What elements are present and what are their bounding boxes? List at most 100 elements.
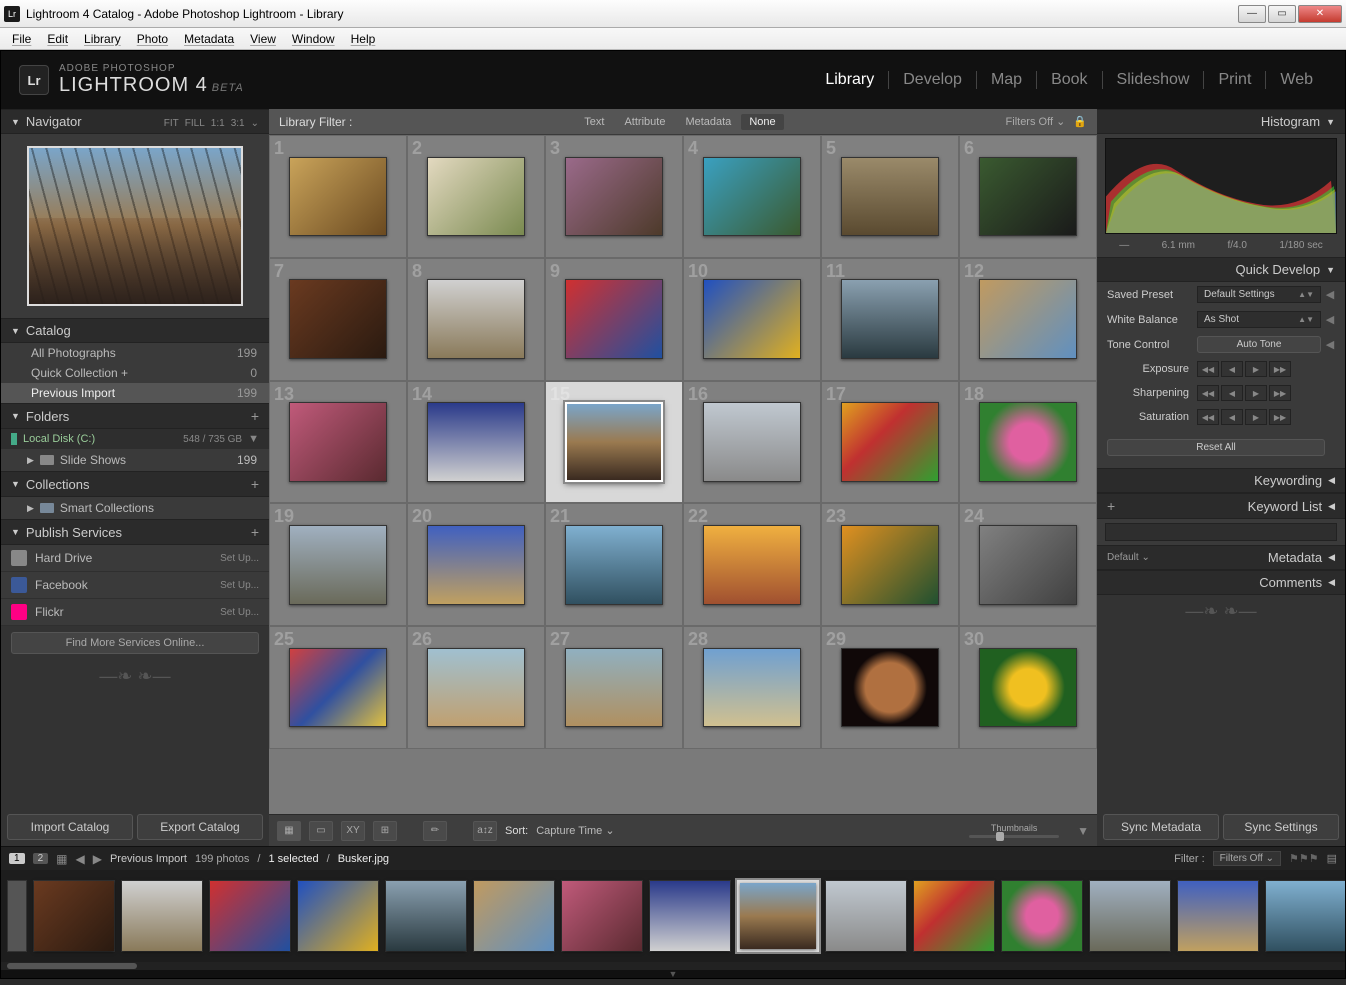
auto-tone-button[interactable]: Auto Tone (1197, 336, 1321, 353)
filmstrip-thumb[interactable] (1001, 880, 1083, 952)
filmstrip-thumb[interactable] (121, 880, 203, 952)
grid-cell[interactable]: 9 (545, 258, 683, 381)
nav-zoom-fill[interactable]: FILL (185, 118, 205, 129)
saved-preset-dropdown[interactable]: Default Settings▲▼ (1197, 286, 1321, 303)
publish-service-row[interactable]: FacebookSet Up... (1, 572, 269, 599)
menu-file[interactable]: File (6, 30, 37, 48)
grid-cell[interactable]: 13 (269, 381, 407, 504)
saturation-stepper[interactable]: ◀◀◀▶▶▶ (1197, 409, 1291, 425)
chevron-down-icon[interactable]: ▼ (248, 433, 259, 445)
lock-icon[interactable]: 🔒 (1073, 115, 1087, 128)
disclosure-icon[interactable]: ◀ (1325, 288, 1335, 301)
grid-cell[interactable]: 18 (959, 381, 1097, 504)
menu-edit[interactable]: Edit (41, 30, 74, 48)
grid-cell[interactable]: 24 (959, 503, 1097, 626)
nav-zoom-3-1[interactable]: 3:1 (231, 118, 245, 129)
filmstrip-filter-dropdown[interactable]: Filters Off ⌄ (1213, 851, 1281, 866)
nav-zoom-1-1[interactable]: 1:1 (211, 118, 225, 129)
module-develop[interactable]: Develop (889, 71, 977, 89)
catalog-header[interactable]: ▼ Catalog (1, 318, 269, 343)
grid-cell[interactable]: 21 (545, 503, 683, 626)
grid-cell[interactable]: 11 (821, 258, 959, 381)
grid-cell[interactable]: 17 (821, 381, 959, 504)
loupe-view-icon[interactable]: ▭ (309, 821, 333, 841)
metadata-header[interactable]: Default ⌄ Metadata◀ (1097, 545, 1345, 570)
keyword-list-header[interactable]: + Keyword List◀ (1097, 493, 1345, 519)
grid-cell[interactable]: 19 (269, 503, 407, 626)
folder-row[interactable]: ▶Slide Shows199 (1, 449, 269, 471)
filmstrip-thumb[interactable] (209, 880, 291, 952)
sharpening-stepper[interactable]: ◀◀◀▶▶▶ (1197, 385, 1291, 401)
grid-cell[interactable]: 8 (407, 258, 545, 381)
grid-cell[interactable]: 7 (269, 258, 407, 381)
grid-shortcut-icon[interactable]: ▦ (56, 852, 67, 866)
module-slideshow[interactable]: Slideshow (1103, 71, 1205, 89)
filter-metadata[interactable]: Metadata (675, 116, 741, 128)
compare-view-icon[interactable]: XY (341, 821, 365, 841)
grid-cell[interactable]: 3 (545, 135, 683, 258)
source-crumb[interactable]: Previous Import (110, 853, 187, 865)
filter-attribute[interactable]: Attribute (614, 116, 675, 128)
close-button[interactable]: ✕ (1298, 5, 1342, 23)
collections-header[interactable]: ▼ Collections + (1, 471, 269, 497)
catalog-row[interactable]: Previous Import199 (1, 383, 269, 403)
filmstrip-thumb[interactable] (1177, 880, 1259, 952)
survey-view-icon[interactable]: ⊞ (373, 821, 397, 841)
thumbnail-size-slider[interactable]: Thumbnails (969, 823, 1059, 838)
export-catalog-button[interactable]: Export Catalog (137, 814, 263, 840)
grid-cell[interactable]: 15 (545, 381, 683, 504)
exposure-stepper[interactable]: ◀◀◀▶▶▶ (1197, 361, 1291, 377)
module-map[interactable]: Map (977, 71, 1037, 89)
menu-metadata[interactable]: Metadata (178, 30, 240, 48)
grid-cell[interactable]: 14 (407, 381, 545, 504)
filter-text[interactable]: Text (574, 116, 614, 128)
sort-dropdown[interactable]: Capture Time ⌄ (536, 824, 614, 837)
add-publish-icon[interactable]: + (251, 524, 259, 540)
filmstrip-thumb[interactable] (297, 880, 379, 952)
screen1-badge[interactable]: 1 (9, 853, 25, 864)
grid-cell[interactable]: 30 (959, 626, 1097, 749)
module-library[interactable]: Library (811, 71, 889, 89)
grid-cell[interactable]: 20 (407, 503, 545, 626)
thumbnail-grid-area[interactable]: 1234567891011121314151617181920212223242… (269, 135, 1097, 814)
grid-cell[interactable]: 5 (821, 135, 959, 258)
painter-tool-icon[interactable]: ✏ (423, 821, 447, 841)
nav-fwd-icon[interactable]: ▶ (93, 852, 102, 866)
module-print[interactable]: Print (1204, 71, 1266, 89)
grid-cell[interactable]: 2 (407, 135, 545, 258)
quick-develop-header[interactable]: Quick Develop ▼ (1097, 257, 1345, 282)
filmstrip-thumb[interactable] (385, 880, 467, 952)
menu-view[interactable]: View (244, 30, 282, 48)
filmstrip-thumb[interactable] (7, 880, 27, 952)
filmstrip-thumb[interactable] (825, 880, 907, 952)
menu-library[interactable]: Library (78, 30, 127, 48)
nav-back-icon[interactable]: ◀ (75, 852, 84, 866)
screen2-badge[interactable]: 2 (33, 853, 49, 864)
menu-photo[interactable]: Photo (131, 30, 174, 48)
grid-cell[interactable]: 23 (821, 503, 959, 626)
histogram-header[interactable]: Histogram ▼ (1097, 109, 1345, 134)
grid-cell[interactable]: 27 (545, 626, 683, 749)
filter-none[interactable]: None (741, 114, 783, 130)
keyword-input[interactable] (1105, 523, 1337, 541)
grid-cell[interactable]: 4 (683, 135, 821, 258)
comments-header[interactable]: Comments◀ (1097, 570, 1345, 595)
filmstrip-thumb[interactable] (1089, 880, 1171, 952)
metadata-preset-dropdown[interactable]: Default ⌄ (1107, 552, 1150, 563)
reset-all-button[interactable]: Reset All (1107, 439, 1325, 456)
grid-cell[interactable]: 26 (407, 626, 545, 749)
nav-zoom-fit[interactable]: FIT (164, 118, 179, 129)
filters-preset-dropdown[interactable]: Filters Off ⌄ (1006, 115, 1066, 128)
catalog-row[interactable]: All Photographs199 (1, 343, 269, 363)
grid-cell[interactable]: 1 (269, 135, 407, 258)
grid-cell[interactable]: 22 (683, 503, 821, 626)
module-book[interactable]: Book (1037, 71, 1102, 89)
add-collection-icon[interactable]: + (251, 476, 259, 492)
filmstrip-options-icon[interactable]: ▤ (1327, 852, 1337, 865)
grid-cell[interactable]: 25 (269, 626, 407, 749)
grid-cell[interactable]: 29 (821, 626, 959, 749)
grid-cell[interactable]: 10 (683, 258, 821, 381)
publish-service-row[interactable]: FlickrSet Up... (1, 599, 269, 626)
grid-view-icon[interactable]: ▦ (277, 821, 301, 841)
histogram-graph[interactable] (1105, 138, 1337, 234)
